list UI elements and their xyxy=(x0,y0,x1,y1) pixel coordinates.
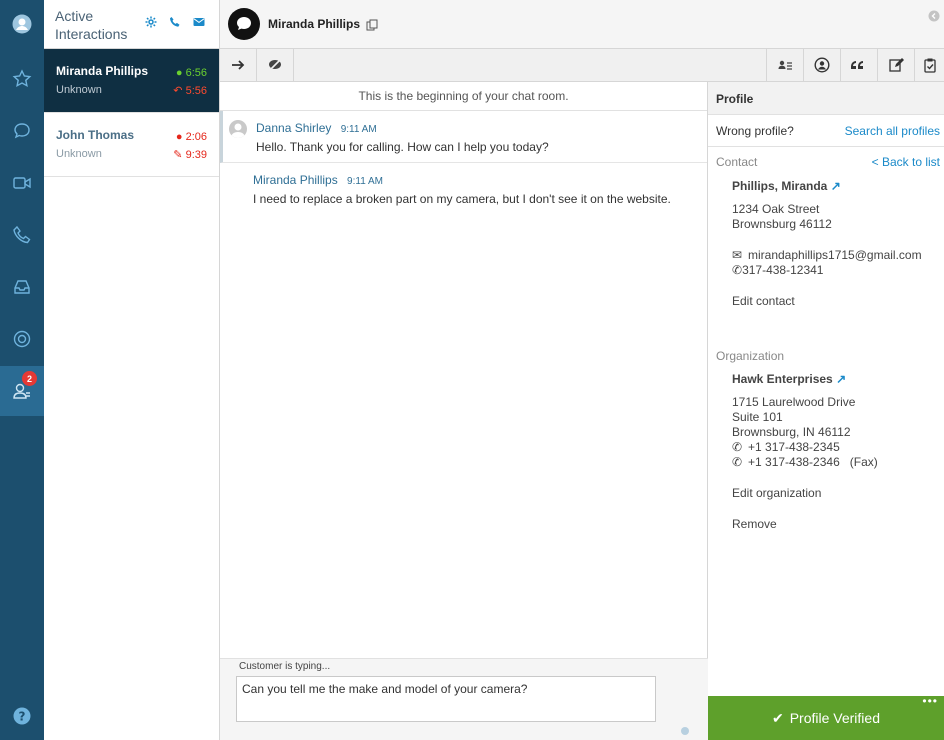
quote-button[interactable] xyxy=(840,49,877,81)
interaction-time-chat: 6:56 xyxy=(185,67,207,79)
arrow-right-icon xyxy=(232,60,245,70)
help-ring-icon[interactable] xyxy=(0,315,44,363)
org-address-1: 1715 Laurelwood Drive xyxy=(732,395,856,409)
interactions-title: Active Interactions xyxy=(55,8,128,42)
contact-email: ✉ mirandaphillips1715@gmail.com xyxy=(732,248,922,262)
contact-address-2: Brownsburg 46112 xyxy=(732,217,832,231)
chat-toolbar xyxy=(220,49,944,82)
org-fax: ✆ +1 317-438-2346 (Fax) xyxy=(732,455,878,469)
wrong-profile-label: Wrong profile? xyxy=(716,124,794,138)
message-input[interactable]: Can you tell me the make and model of yo… xyxy=(236,676,656,722)
organization-name[interactable]: Hawk Enterprises ↗ xyxy=(732,372,846,386)
chat-ended-icon: ● xyxy=(175,131,183,143)
contact-list-button[interactable] xyxy=(766,49,803,81)
quote-icon xyxy=(851,61,863,69)
video-icon[interactable] xyxy=(0,159,44,207)
edit-contact-link[interactable]: Edit contact xyxy=(732,294,795,308)
profile-verified-label: Profile Verified xyxy=(789,710,880,726)
profile-panel: Profile Wrong profile? Search all profil… xyxy=(708,82,944,740)
chat-message: Danna Shirley 9:11 AM Hello. Thank you f… xyxy=(220,111,707,163)
copy-icon[interactable] xyxy=(366,19,378,31)
interactions-panel: Active Interactions Miranda Phillips Unk… xyxy=(44,0,220,740)
profile-verified-button[interactable]: ✔ Profile Verified ••• xyxy=(708,694,944,740)
chat-begin-notice: This is the beginning of your chat room. xyxy=(220,82,707,111)
collapse-icon[interactable] xyxy=(928,10,940,22)
search-profiles-link[interactable]: Search all profiles xyxy=(845,124,940,138)
checkmark-icon: ✔ xyxy=(771,709,784,726)
open-link-icon[interactable]: ↗ xyxy=(836,372,846,386)
contact-section-label: Contact xyxy=(716,155,758,169)
edit-organization-link[interactable]: Edit organization xyxy=(732,486,821,500)
interaction-time-chat: 2:06 xyxy=(185,131,207,143)
phone-icon: ✆ xyxy=(732,440,743,454)
wrong-profile-row: Wrong profile? Search all profiles xyxy=(708,115,944,147)
question-icon[interactable]: ? xyxy=(0,692,44,740)
interaction-card-john[interactable]: John Thomas Unknown ● 2:06 ✎ 9:39 xyxy=(44,113,219,177)
chat-message: Miranda Phillips 9:11 AM I need to repla… xyxy=(220,163,707,216)
contacts-icon[interactable]: 2 xyxy=(0,366,44,416)
message-time: 9:11 AM xyxy=(347,176,383,187)
chat-off-icon xyxy=(268,58,282,72)
org-phone: ✆ +1 317-438-2345 xyxy=(732,440,840,454)
settings-gear-icon[interactable] xyxy=(145,16,157,28)
interaction-time-edit: 9:39 xyxy=(185,149,207,161)
organization-section-label: Organization xyxy=(716,349,785,363)
inbox-icon[interactable] xyxy=(0,263,44,311)
phone-icon[interactable] xyxy=(0,211,44,259)
message-author: Miranda Phillips xyxy=(253,173,338,187)
user-circle-icon xyxy=(814,57,830,73)
mail-icon: ✉ xyxy=(732,248,743,262)
email-icon[interactable] xyxy=(193,16,205,28)
left-nav-rail: 2 ? xyxy=(0,0,44,740)
notes-button[interactable] xyxy=(877,49,914,81)
agent-avatar-icon xyxy=(229,120,247,138)
remove-link[interactable]: Remove xyxy=(732,517,777,531)
status-dot xyxy=(681,727,689,735)
message-composer: Customer is typing... Can you tell me th… xyxy=(220,658,708,740)
disposition-button[interactable] xyxy=(914,49,944,81)
org-address-3: Brownsburg, IN 46112 xyxy=(732,425,851,439)
transfer-button[interactable] xyxy=(220,49,257,81)
back-to-list-link[interactable]: < Back to list xyxy=(872,155,940,169)
profile-title: Profile xyxy=(708,82,944,115)
phone-small-icon[interactable] xyxy=(169,16,181,28)
chat-timer-icon: ● xyxy=(175,67,183,79)
interactions-header: Active Interactions xyxy=(44,0,219,49)
message-text: Hello. Thank you for calling. How can I … xyxy=(256,140,549,154)
chat-bubble-icon[interactable] xyxy=(0,107,44,155)
open-link-icon[interactable]: ↗ xyxy=(831,179,841,193)
contact-phone: ✆317-438-12341 xyxy=(732,263,824,277)
chat-transcript: This is the beginning of your chat room.… xyxy=(220,82,708,658)
chat-avatar-icon xyxy=(228,8,260,40)
star-icon[interactable] xyxy=(0,55,44,103)
reply-icon: ↶ xyxy=(173,85,183,97)
contact-name[interactable]: Phillips, Miranda ↗ xyxy=(732,179,841,193)
clipboard-check-icon xyxy=(923,58,936,73)
chat-header: Miranda Phillips xyxy=(220,0,944,49)
notification-badge: 2 xyxy=(22,371,37,386)
interaction-card-miranda[interactable]: Miranda Phillips Unknown ● 6:56 ↶ 5:56 xyxy=(44,49,219,113)
message-time: 9:11 AM xyxy=(340,124,377,135)
edit-note-icon xyxy=(889,58,904,72)
hide-chat-button[interactable] xyxy=(257,49,294,81)
edit-icon: ✎ xyxy=(173,149,183,161)
org-address-2: Suite 101 xyxy=(732,410,783,424)
message-text: I need to replace a broken part on my ca… xyxy=(253,192,671,206)
interaction-time-reply: 5:56 xyxy=(185,85,207,97)
contact-address-1: 1234 Oak Street xyxy=(732,202,820,216)
svg-text:?: ? xyxy=(19,710,26,724)
phone-icon: ✆ xyxy=(732,263,743,277)
typing-indicator: Customer is typing... xyxy=(239,661,331,672)
profile-button[interactable] xyxy=(803,49,840,81)
more-options-icon[interactable]: ••• xyxy=(922,694,938,708)
message-author: Danna Shirley xyxy=(256,121,332,135)
contact-card-icon xyxy=(778,60,792,70)
user-avatar-icon[interactable] xyxy=(0,0,44,48)
phone-icon: ✆ xyxy=(732,455,743,469)
chat-contact-name: Miranda Phillips xyxy=(268,17,361,31)
